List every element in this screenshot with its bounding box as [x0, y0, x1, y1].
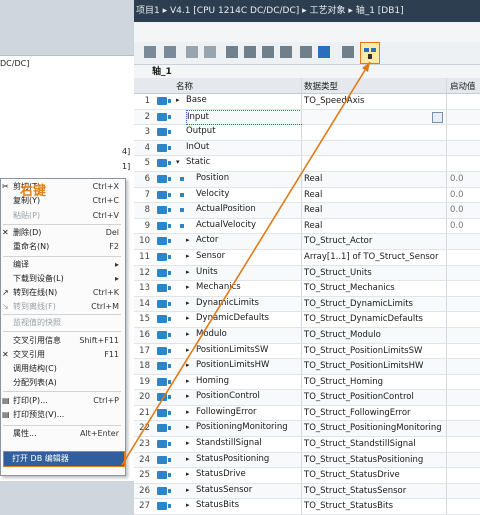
- expand-icon[interactable]: ▸: [186, 501, 190, 509]
- row-data-type[interactable]: TO_Struct_StatusSensor: [304, 486, 406, 496]
- annotation-arrow: [121, 61, 371, 466]
- row-name[interactable]: StatusBits: [196, 499, 300, 512]
- table-row[interactable]: 26 ▸ StatusSensor TO_Struct_StatusSensor: [134, 483, 480, 500]
- variable-icon: [157, 502, 171, 511]
- variable-icon: [157, 486, 171, 495]
- row-number: 26: [139, 485, 150, 496]
- row-number: 27: [139, 501, 150, 512]
- row-data-type[interactable]: TO_Struct_StatusBits: [304, 501, 393, 511]
- table-row[interactable]: 27 ▸ StatusBits TO_Struct_StatusBits: [134, 499, 480, 515]
- expand-icon[interactable]: ▸: [186, 486, 190, 494]
- row-name[interactable]: StatusSensor: [196, 484, 300, 497]
